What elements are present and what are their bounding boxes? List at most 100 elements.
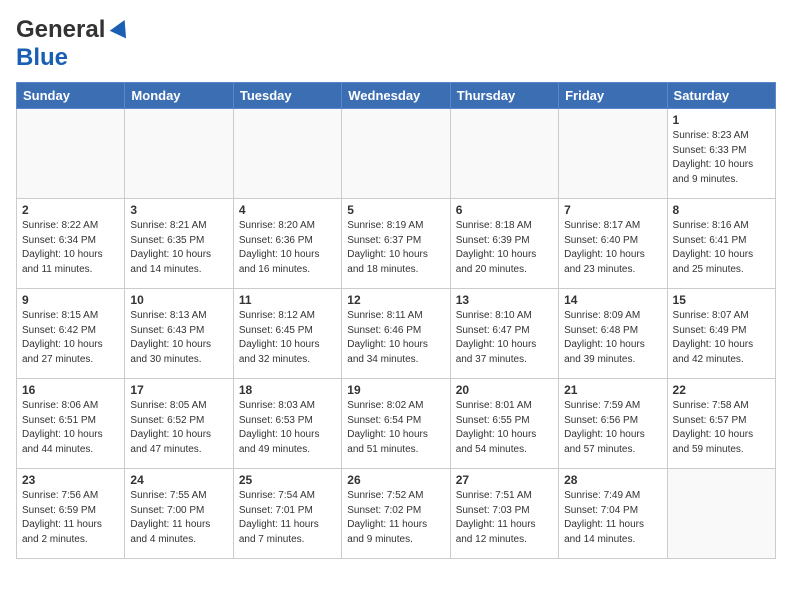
day-number: 8 bbox=[673, 203, 770, 217]
weekday-header-thursday: Thursday bbox=[450, 83, 558, 109]
weekday-header-friday: Friday bbox=[559, 83, 667, 109]
day-number: 12 bbox=[347, 293, 444, 307]
day-cell-12: 12 Sunrise: 8:11 AM Sunset: 6:46 PM Dayli… bbox=[342, 289, 450, 379]
day-number: 28 bbox=[564, 473, 661, 487]
week-row-4: 16 Sunrise: 8:06 AM Sunset: 6:51 PM Dayli… bbox=[17, 379, 776, 469]
day-number: 21 bbox=[564, 383, 661, 397]
day-cell-7: 7 Sunrise: 8:17 AM Sunset: 6:40 PM Daylig… bbox=[559, 199, 667, 289]
empty-cell bbox=[342, 109, 450, 199]
day-number: 6 bbox=[456, 203, 553, 217]
day-number: 24 bbox=[130, 473, 227, 487]
day-cell-16: 16 Sunrise: 8:06 AM Sunset: 6:51 PM Dayli… bbox=[17, 379, 125, 469]
weekday-header-saturday: Saturday bbox=[667, 83, 775, 109]
empty-cell bbox=[450, 109, 558, 199]
logo-general: General bbox=[16, 16, 105, 44]
day-number: 17 bbox=[130, 383, 227, 397]
day-number: 20 bbox=[456, 383, 553, 397]
day-cell-19: 19 Sunrise: 8:02 AM Sunset: 6:54 PM Dayli… bbox=[342, 379, 450, 469]
day-cell-8: 8 Sunrise: 8:16 AM Sunset: 6:41 PM Daylig… bbox=[667, 199, 775, 289]
week-row-2: 2Sunrise: 8:22 AM Sunset: 6:34 PM Daylig… bbox=[17, 199, 776, 289]
day-number: 4 bbox=[239, 203, 336, 217]
day-cell-24: 24 Sunrise: 7:55 AM Sunset: 7:00 PM Dayli… bbox=[125, 469, 233, 559]
day-number: 5 bbox=[347, 203, 444, 217]
day-info: Sunrise: 8:22 AM Sunset: 6:34 PM Dayligh… bbox=[22, 219, 119, 277]
day-info: Sunrise: 7:49 AM Sunset: 7:04 PM Dayligh… bbox=[564, 489, 661, 547]
day-number: 3 bbox=[130, 203, 227, 217]
day-info: Sunrise: 8:10 AM Sunset: 6:47 PM Dayligh… bbox=[456, 309, 553, 367]
day-cell-15: 15 Sunrise: 8:07 AM Sunset: 6:49 PM Dayli… bbox=[667, 289, 775, 379]
day-cell-21: 21 Sunrise: 7:59 AM Sunset: 6:56 PM Dayli… bbox=[559, 379, 667, 469]
empty-cell bbox=[559, 109, 667, 199]
empty-cell bbox=[667, 469, 775, 559]
day-cell-13: 13Sunrise: 8:10 AM Sunset: 6:47 PM Dayli… bbox=[450, 289, 558, 379]
day-cell-18: 18 Sunrise: 8:03 AM Sunset: 6:53 PM Dayli… bbox=[233, 379, 341, 469]
day-cell-1: 1Sunrise: 8:23 AM Sunset: 6:33 PM Daylig… bbox=[667, 109, 775, 199]
day-cell-25: 25Sunrise: 7:54 AM Sunset: 7:01 PM Dayli… bbox=[233, 469, 341, 559]
day-number: 10 bbox=[130, 293, 227, 307]
day-info: Sunrise: 8:01 AM Sunset: 6:55 PM Dayligh… bbox=[456, 399, 553, 457]
day-info: Sunrise: 8:05 AM Sunset: 6:52 PM Dayligh… bbox=[130, 399, 227, 457]
day-info: Sunrise: 8:16 AM Sunset: 6:41 PM Dayligh… bbox=[673, 219, 770, 277]
day-cell-2: 2Sunrise: 8:22 AM Sunset: 6:34 PM Daylig… bbox=[17, 199, 125, 289]
weekday-header-wednesday: Wednesday bbox=[342, 83, 450, 109]
empty-cell bbox=[17, 109, 125, 199]
day-number: 7 bbox=[564, 203, 661, 217]
week-row-3: 9 Sunrise: 8:15 AM Sunset: 6:42 PM Daylig… bbox=[17, 289, 776, 379]
logo: General Blue bbox=[16, 16, 129, 72]
day-info: Sunrise: 8:06 AM Sunset: 6:51 PM Dayligh… bbox=[22, 399, 119, 457]
day-info: Sunrise: 7:56 AM Sunset: 6:59 PM Dayligh… bbox=[22, 489, 119, 547]
day-info: Sunrise: 7:52 AM Sunset: 7:02 PM Dayligh… bbox=[347, 489, 444, 547]
day-info: Sunrise: 7:58 AM Sunset: 6:57 PM Dayligh… bbox=[673, 399, 770, 457]
day-info: Sunrise: 8:02 AM Sunset: 6:54 PM Dayligh… bbox=[347, 399, 444, 457]
day-info: Sunrise: 8:23 AM Sunset: 6:33 PM Dayligh… bbox=[673, 129, 770, 187]
day-info: Sunrise: 8:03 AM Sunset: 6:53 PM Dayligh… bbox=[239, 399, 336, 457]
logo-blue: Blue bbox=[16, 44, 68, 72]
day-info: Sunrise: 8:18 AM Sunset: 6:39 PM Dayligh… bbox=[456, 219, 553, 277]
day-number: 22 bbox=[673, 383, 770, 397]
day-number: 15 bbox=[673, 293, 770, 307]
day-info: Sunrise: 8:07 AM Sunset: 6:49 PM Dayligh… bbox=[673, 309, 770, 367]
day-cell-9: 9 Sunrise: 8:15 AM Sunset: 6:42 PM Daylig… bbox=[17, 289, 125, 379]
day-number: 23 bbox=[22, 473, 119, 487]
day-number: 27 bbox=[456, 473, 553, 487]
day-cell-14: 14 Sunrise: 8:09 AM Sunset: 6:48 PM Dayli… bbox=[559, 289, 667, 379]
weekday-header-sunday: Sunday bbox=[17, 83, 125, 109]
day-info: Sunrise: 7:51 AM Sunset: 7:03 PM Dayligh… bbox=[456, 489, 553, 547]
day-number: 14 bbox=[564, 293, 661, 307]
week-row-1: 1Sunrise: 8:23 AM Sunset: 6:33 PM Daylig… bbox=[17, 109, 776, 199]
logo-triangle-icon bbox=[110, 16, 133, 38]
day-number: 18 bbox=[239, 383, 336, 397]
day-info: Sunrise: 8:19 AM Sunset: 6:37 PM Dayligh… bbox=[347, 219, 444, 277]
day-number: 26 bbox=[347, 473, 444, 487]
day-cell-27: 27 Sunrise: 7:51 AM Sunset: 7:03 PM Dayli… bbox=[450, 469, 558, 559]
day-cell-4: 4 Sunrise: 8:20 AM Sunset: 6:36 PM Daylig… bbox=[233, 199, 341, 289]
empty-cell bbox=[125, 109, 233, 199]
day-info: Sunrise: 7:55 AM Sunset: 7:00 PM Dayligh… bbox=[130, 489, 227, 547]
day-number: 11 bbox=[239, 293, 336, 307]
week-row-5: 23 Sunrise: 7:56 AM Sunset: 6:59 PM Dayli… bbox=[17, 469, 776, 559]
day-info: Sunrise: 8:13 AM Sunset: 6:43 PM Dayligh… bbox=[130, 309, 227, 367]
day-number: 16 bbox=[22, 383, 119, 397]
day-cell-20: 20 Sunrise: 8:01 AM Sunset: 6:55 PM Dayli… bbox=[450, 379, 558, 469]
day-info: Sunrise: 8:12 AM Sunset: 6:45 PM Dayligh… bbox=[239, 309, 336, 367]
day-info: Sunrise: 8:15 AM Sunset: 6:42 PM Dayligh… bbox=[22, 309, 119, 367]
day-info: Sunrise: 8:21 AM Sunset: 6:35 PM Dayligh… bbox=[130, 219, 227, 277]
day-cell-23: 23 Sunrise: 7:56 AM Sunset: 6:59 PM Dayli… bbox=[17, 469, 125, 559]
day-number: 9 bbox=[22, 293, 119, 307]
weekday-header-monday: Monday bbox=[125, 83, 233, 109]
day-info: Sunrise: 7:59 AM Sunset: 6:56 PM Dayligh… bbox=[564, 399, 661, 457]
day-info: Sunrise: 8:11 AM Sunset: 6:46 PM Dayligh… bbox=[347, 309, 444, 367]
day-cell-22: 22 Sunrise: 7:58 AM Sunset: 6:57 PM Dayli… bbox=[667, 379, 775, 469]
day-cell-26: 26 Sunrise: 7:52 AM Sunset: 7:02 PM Dayli… bbox=[342, 469, 450, 559]
header: General Blue bbox=[16, 16, 776, 72]
day-cell-11: 11 Sunrise: 8:12 AM Sunset: 6:45 PM Dayli… bbox=[233, 289, 341, 379]
day-cell-5: 5 Sunrise: 8:19 AM Sunset: 6:37 PM Daylig… bbox=[342, 199, 450, 289]
day-cell-3: 3 Sunrise: 8:21 AM Sunset: 6:35 PM Daylig… bbox=[125, 199, 233, 289]
day-info: Sunrise: 8:09 AM Sunset: 6:48 PM Dayligh… bbox=[564, 309, 661, 367]
day-info: Sunrise: 8:20 AM Sunset: 6:36 PM Dayligh… bbox=[239, 219, 336, 277]
day-cell-28: 28 Sunrise: 7:49 AM Sunset: 7:04 PM Dayli… bbox=[559, 469, 667, 559]
day-cell-10: 10 Sunrise: 8:13 AM Sunset: 6:43 PM Dayli… bbox=[125, 289, 233, 379]
weekday-header-tuesday: Tuesday bbox=[233, 83, 341, 109]
day-info: Sunrise: 8:17 AM Sunset: 6:40 PM Dayligh… bbox=[564, 219, 661, 277]
day-number: 19 bbox=[347, 383, 444, 397]
